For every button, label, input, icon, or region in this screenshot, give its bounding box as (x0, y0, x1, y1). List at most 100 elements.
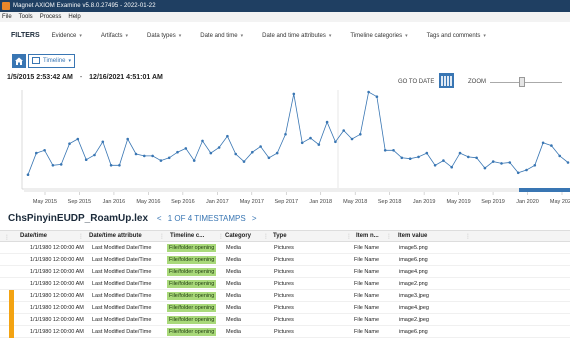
data-point[interactable] (126, 137, 129, 141)
column-item-value[interactable]: Item value (398, 231, 427, 242)
data-point[interactable] (533, 164, 537, 167)
data-point[interactable] (467, 155, 470, 159)
column-menu-icon[interactable]: ⋮ (263, 233, 269, 240)
data-point[interactable] (359, 133, 362, 136)
chart-scroll-thumb[interactable] (519, 188, 570, 192)
data-point[interactable] (491, 160, 495, 163)
column-timeline-category[interactable]: Timeline c... (170, 231, 204, 242)
data-point[interactable] (35, 151, 38, 155)
timestamp-prev-button[interactable]: < (157, 214, 162, 223)
data-point[interactable] (525, 168, 528, 172)
column-menu-icon[interactable]: ⋮ (346, 233, 352, 240)
table-row[interactable]: 1/1/1980 12:00:00 AM Last Modified Date/… (0, 326, 570, 338)
data-point[interactable] (242, 160, 246, 163)
data-point[interactable] (450, 165, 454, 169)
data-point[interactable] (234, 152, 237, 156)
data-point[interactable] (101, 140, 105, 144)
data-point[interactable] (309, 136, 312, 140)
data-point[interactable] (284, 133, 287, 136)
table-row[interactable]: 1/1/1980 12:00:00 AM Last Modified Date/… (0, 242, 570, 254)
data-point[interactable] (400, 156, 404, 160)
data-point[interactable] (43, 149, 46, 152)
data-point[interactable] (433, 164, 437, 167)
data-point[interactable] (342, 129, 346, 132)
data-point[interactable] (109, 164, 113, 167)
data-point[interactable] (442, 159, 445, 162)
data-point[interactable] (392, 149, 395, 152)
data-point[interactable] (201, 139, 204, 143)
table-row[interactable]: 1/1/1980 12:00:00 AM Last Modified Date/… (0, 302, 570, 314)
data-point[interactable] (558, 154, 561, 158)
data-point[interactable] (475, 156, 478, 160)
data-point[interactable] (51, 164, 55, 167)
data-point[interactable] (93, 153, 96, 157)
data-point[interactable] (317, 143, 321, 146)
data-point[interactable] (425, 151, 429, 155)
data-point[interactable] (84, 158, 88, 161)
timestamp-next-button[interactable]: > (252, 214, 257, 223)
filter-date-time-attributes[interactable]: Date and time attributes ▾ (262, 33, 331, 39)
data-point[interactable] (217, 146, 221, 149)
data-point[interactable] (483, 166, 487, 170)
menu-process[interactable]: Process (40, 14, 62, 20)
data-point[interactable] (259, 145, 262, 148)
filter-tags-and-comments[interactable]: Tags and comments ▾ (427, 33, 486, 39)
table-row[interactable]: 1/1/1980 12:00:00 AM Last Modified Date/… (0, 266, 570, 278)
column-menu-icon[interactable]: ⋮ (218, 233, 224, 240)
data-point[interactable] (176, 150, 179, 154)
data-point[interactable] (68, 142, 71, 145)
data-point[interactable] (59, 163, 63, 166)
data-point[interactable] (159, 159, 163, 162)
data-point[interactable] (226, 134, 229, 138)
table-row[interactable]: 1/1/1980 12:00:00 AM Last Modified Date/… (0, 314, 570, 326)
table-row[interactable]: 1/1/1980 12:00:00 AM Last Modified Date/… (0, 254, 570, 266)
column-datetime[interactable]: Date/time (20, 231, 47, 242)
data-point[interactable] (275, 151, 279, 155)
data-point[interactable] (300, 141, 304, 145)
data-point[interactable] (566, 161, 570, 164)
filter-evidence[interactable]: Evidence ▾ (52, 33, 82, 39)
table-row[interactable]: 1/1/1980 12:00:00 AM Last Modified Date/… (0, 278, 570, 290)
data-point[interactable] (118, 164, 121, 167)
column-category[interactable]: Category (225, 231, 251, 242)
data-point[interactable] (350, 137, 354, 141)
data-point[interactable] (541, 141, 545, 145)
data-point[interactable] (334, 140, 337, 144)
column-menu-icon[interactable]: ⋮ (465, 233, 471, 240)
filter-timeline-categories[interactable]: Timeline categories ▾ (350, 33, 407, 39)
data-point[interactable] (26, 173, 30, 176)
data-point[interactable] (367, 90, 370, 94)
data-point[interactable] (184, 147, 188, 150)
data-point[interactable] (375, 95, 379, 98)
view-selector[interactable]: Timeline ▾ (28, 53, 75, 68)
data-point[interactable] (151, 154, 154, 158)
column-menu-icon[interactable]: ⋮ (78, 233, 84, 240)
data-point[interactable] (292, 92, 296, 96)
data-point[interactable] (143, 154, 146, 158)
timeline-chart[interactable]: May 2015 Sep 2015 Jan 2016 May 2016 Sep 2016… (0, 89, 570, 209)
chart-scroll-track[interactable] (24, 188, 519, 192)
data-point[interactable] (134, 152, 138, 156)
data-point[interactable] (325, 120, 329, 124)
data-point[interactable] (383, 149, 387, 152)
data-point[interactable] (417, 155, 420, 159)
zoom-slider-track[interactable] (490, 82, 562, 83)
column-menu-icon[interactable]: ⋮ (159, 233, 165, 240)
data-point[interactable] (458, 151, 462, 155)
column-options-icon[interactable]: ⋮ (4, 234, 10, 241)
data-point[interactable] (550, 144, 553, 147)
column-menu-icon[interactable]: ⋮ (386, 233, 392, 240)
data-point[interactable] (267, 156, 271, 160)
table-row[interactable]: 1/1/1980 12:00:00 AM Last Modified Date/… (0, 290, 570, 302)
data-point[interactable] (209, 151, 213, 155)
filter-date-and-time[interactable]: Date and time ▾ (200, 33, 243, 39)
column-attribute[interactable]: Date/time attribute (89, 231, 142, 242)
data-point[interactable] (192, 159, 196, 162)
data-point[interactable] (251, 150, 254, 154)
calendar-icon[interactable] (439, 73, 454, 88)
menu-help[interactable]: Help (68, 14, 80, 20)
data-point[interactable] (167, 156, 171, 160)
menu-file[interactable]: File (2, 14, 12, 20)
data-point[interactable] (500, 162, 503, 165)
home-button[interactable] (12, 53, 26, 68)
